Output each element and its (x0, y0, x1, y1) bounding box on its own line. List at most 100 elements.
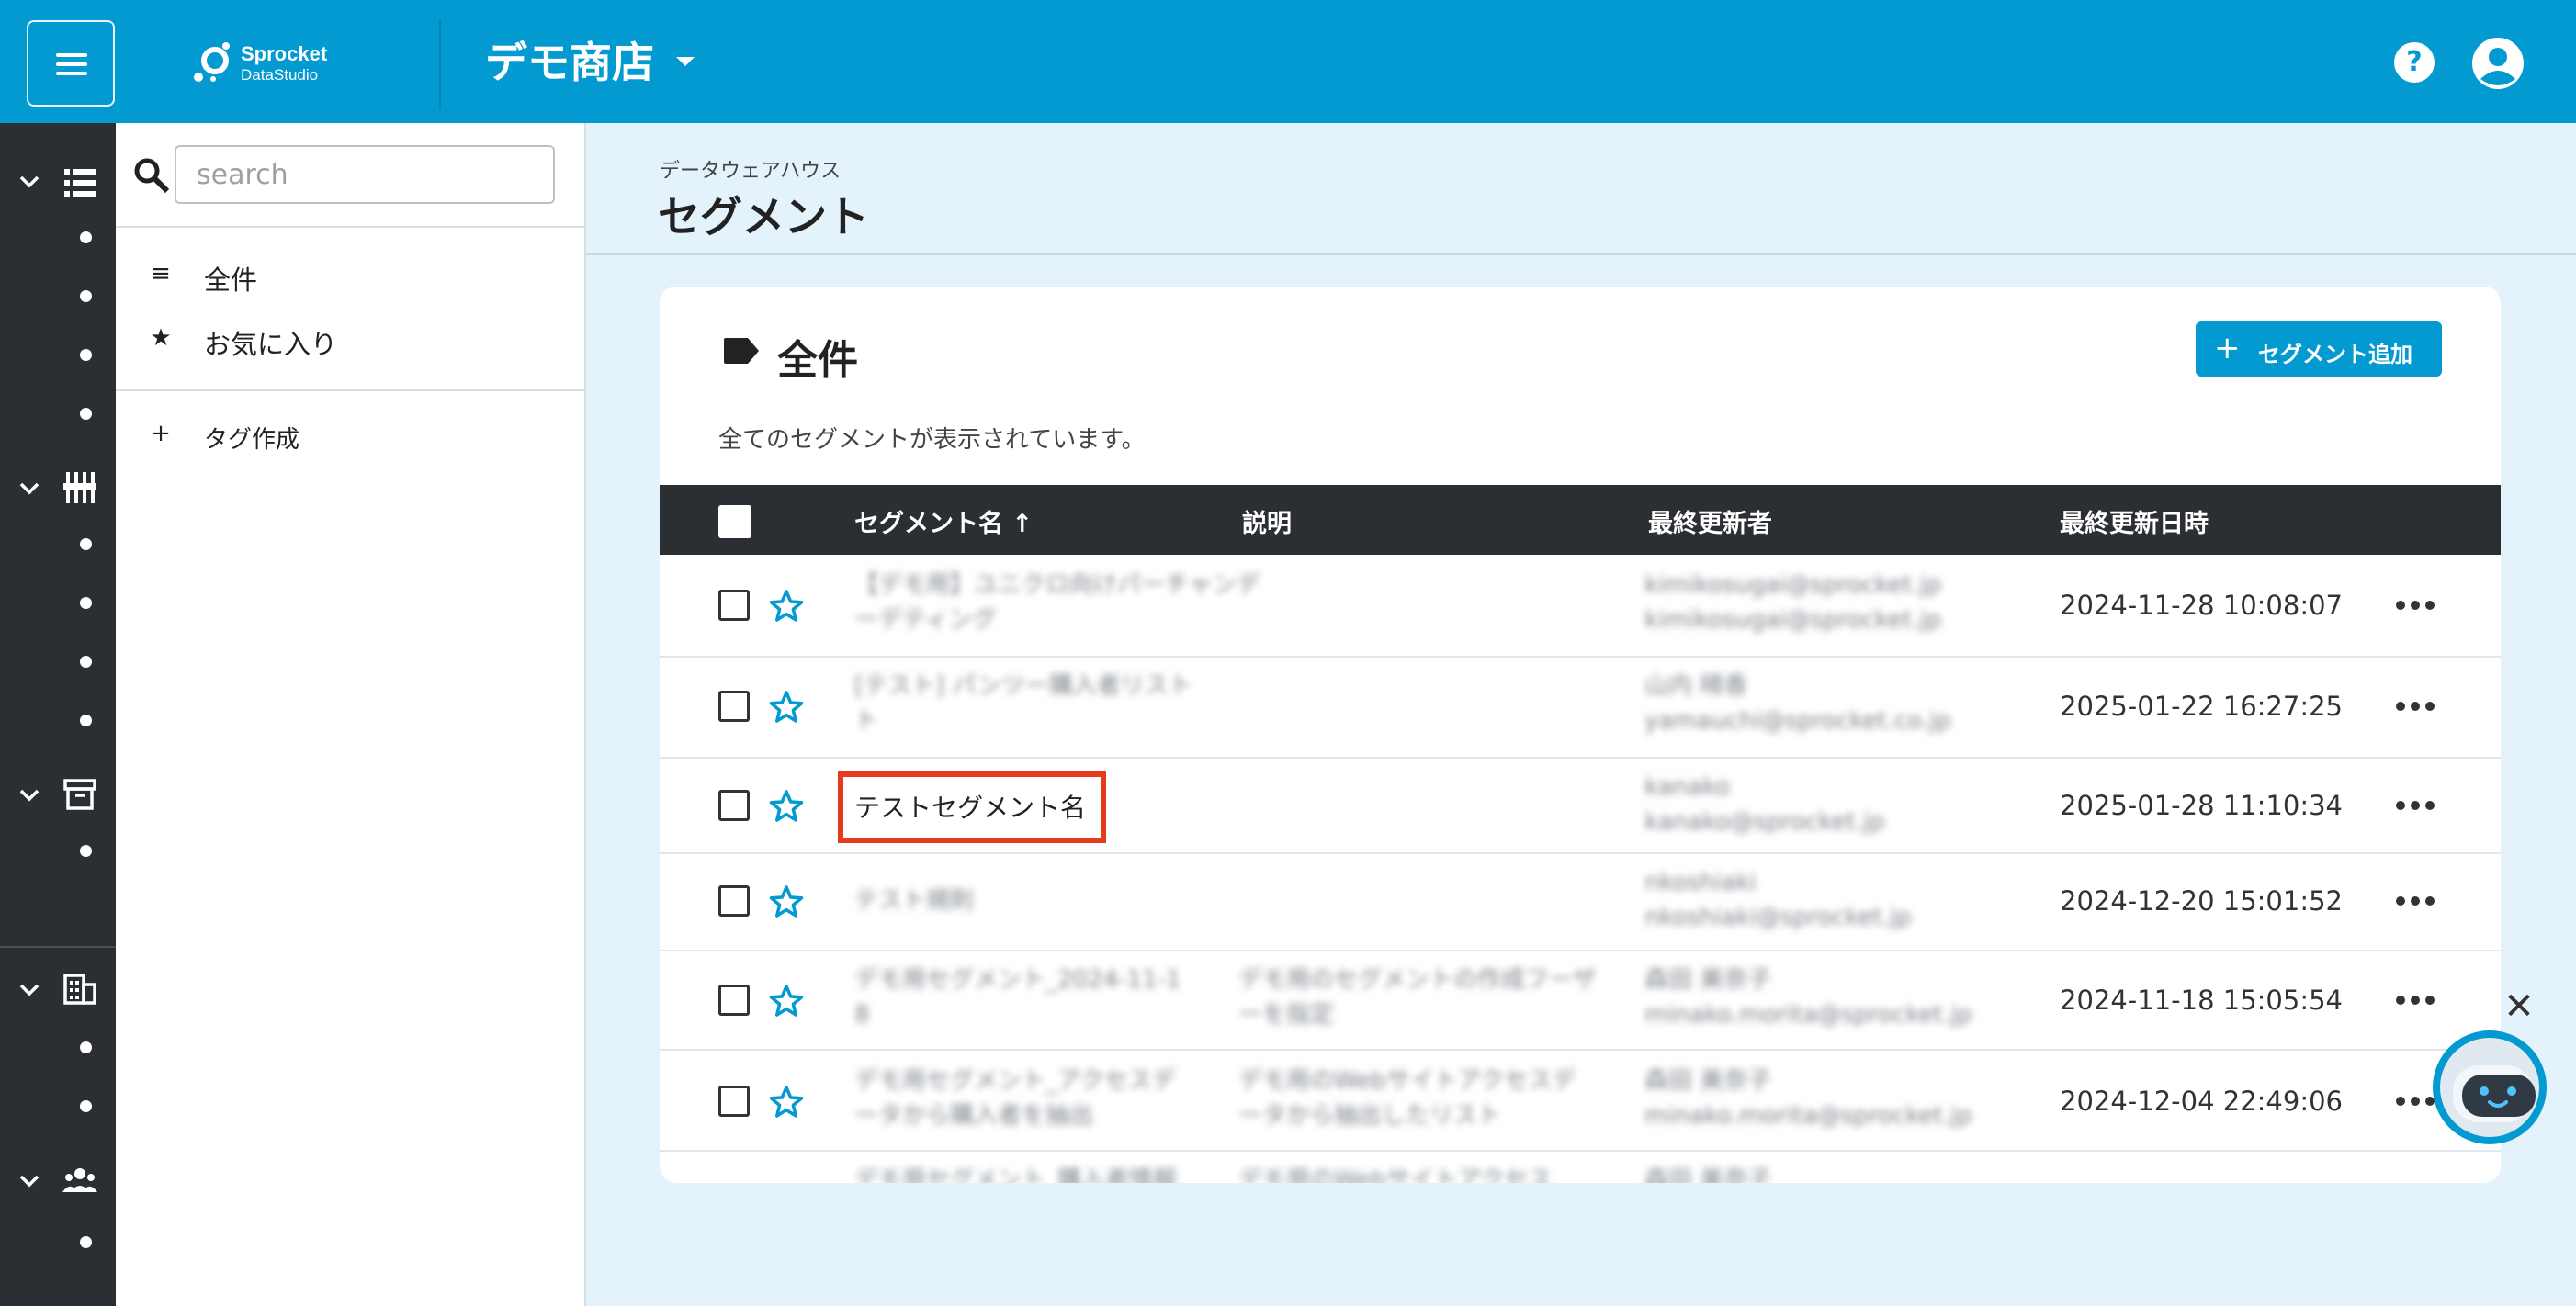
updated-at: 2024-11-18 15:05:54 (2060, 985, 2343, 1016)
highlight-box (838, 771, 1106, 843)
star-outline-icon[interactable] (768, 1084, 805, 1120)
segment-name[interactable]: テスト規則 (854, 884, 974, 918)
updater-email: minako.morita@sprocket.jp (1644, 1102, 1972, 1130)
segment-name-cont: 8 (854, 1001, 870, 1029)
segment-name-cont: ト (854, 707, 879, 735)
more-options-icon[interactable] (2396, 601, 2436, 612)
more-options-icon[interactable] (2396, 801, 2436, 812)
more-options-icon[interactable] (2396, 996, 2436, 1007)
row-checkbox[interactable] (718, 1086, 750, 1117)
rail-subitem[interactable] (80, 1100, 92, 1112)
logo-subtext: DataStudio (241, 66, 319, 84)
star-outline-icon[interactable] (768, 884, 805, 920)
rail-subitem[interactable] (80, 1236, 92, 1248)
updater-email: yamauchi@sprocket.co.jp (1644, 707, 1951, 735)
updater-email: nkoshiaki@sprocket.jp (1644, 904, 1912, 931)
close-icon[interactable]: ✕ (2501, 988, 2537, 1025)
updater: 森田 美奈子 (1644, 1067, 1772, 1095)
rail-subitem[interactable] (80, 349, 92, 361)
sliders-icon[interactable] (62, 470, 97, 505)
column-header-description[interactable]: 説明 (1242, 503, 1292, 539)
list-icon: ≡ (151, 260, 171, 287)
rail-subitem[interactable] (80, 715, 92, 726)
row-checkbox[interactable] (718, 985, 750, 1016)
column-header-updater[interactable]: 最終更新者 (1648, 503, 1772, 539)
column-header-updated-at[interactable]: 最終更新日時 (2060, 503, 2209, 539)
breadcrumb[interactable]: データウェアハウス (660, 154, 841, 184)
caret-down-icon[interactable] (676, 57, 695, 66)
menu-icon (56, 53, 87, 57)
table-row[interactable]: デモ用セグメント_2024-11-1 8 デモ用のセグメントの作成フーザ ーを指… (660, 951, 2501, 1051)
sidebar-item-all[interactable]: ≡ 全件 (116, 248, 584, 303)
star-icon: ★ (150, 324, 172, 352)
sidebar-item-favorites[interactable]: ★ お気に入り (116, 312, 584, 367)
rail-subitem[interactable] (80, 290, 92, 302)
table-row[interactable]: デモ用セグメント_アクセスデ ータから購入者を抽出 デモ用のWebサイトアクセス… (660, 1051, 2501, 1152)
table-row[interactable]: [テスト] パンツー購入者リスト ト 山内 晴香 yamauchi@sprock… (660, 658, 2501, 759)
star-outline-icon[interactable] (768, 588, 805, 625)
tag-icon (724, 338, 759, 364)
user-account-icon[interactable] (2471, 37, 2525, 90)
segment-name[interactable]: デモ用セグメント_購入者情報 (854, 1163, 1177, 1183)
add-segment-label: セグメント追加 (2258, 342, 2412, 367)
create-tag-button[interactable]: + タグ作成 (116, 408, 584, 463)
add-segment-button[interactable]: + セグメント追加 (2196, 321, 2442, 377)
rail-subitem[interactable] (80, 408, 92, 420)
list-icon[interactable] (62, 165, 97, 200)
rail-subitem[interactable] (80, 1041, 92, 1053)
segment-name[interactable]: デモ用セグメント_2024-11-1 (854, 963, 1181, 997)
updated-at: 2024-12-20 15:01:52 (2060, 885, 2343, 917)
sprocket-logo-icon (194, 42, 230, 82)
row-checkbox[interactable] (718, 691, 750, 722)
segment-description-cont: ーを指定 (1238, 1001, 1335, 1029)
row-checkbox[interactable] (718, 790, 750, 821)
archive-icon[interactable] (62, 777, 97, 812)
segment-description: デモ用のWebサイトアクセスデ (1238, 1067, 1576, 1095)
star-outline-icon[interactable] (768, 689, 805, 726)
chatbot-icon[interactable] (2429, 1027, 2550, 1148)
segment-name[interactable]: 【デモ用】ユニクロ向けパーチャンデ (854, 568, 1260, 602)
table-row[interactable]: テスト規則 nkoshiaki nkoshiaki@sprocket.jp 20… (660, 854, 2501, 951)
segment-name[interactable]: [テスト] パンツー購入者リスト (854, 669, 1192, 704)
store-selector[interactable]: デモ商店 (485, 29, 654, 90)
search-icon (134, 158, 170, 194)
more-options-icon[interactable] (2396, 702, 2436, 713)
segment-name[interactable]: デモ用セグメント_アクセスデ (854, 1064, 1176, 1098)
building-icon[interactable] (62, 972, 97, 1007)
updated-at: 2025-01-22 16:27:25 (2060, 691, 2343, 722)
column-header-name[interactable]: セグメント名 ↑ (854, 503, 1033, 539)
updater-email: kimikosugai@sprocket.jp (1644, 606, 1942, 634)
card-description: 全てのセグメントが表示されています。 (718, 426, 1146, 454)
rail-subitem[interactable] (80, 231, 92, 243)
chevron-down-icon[interactable] (18, 788, 40, 803)
star-outline-icon[interactable] (768, 983, 805, 1019)
updater: kimikosugai@sprocket.jp (1644, 571, 1942, 599)
people-icon[interactable] (62, 1163, 97, 1198)
chevron-down-icon[interactable] (18, 1174, 40, 1188)
row-checkbox[interactable] (718, 885, 750, 917)
chevron-down-icon[interactable] (18, 481, 40, 496)
segment-description-cont: ータから抽出したリスト (1238, 1102, 1502, 1130)
chevron-down-icon[interactable] (18, 175, 40, 189)
help-icon[interactable]: ? (2394, 42, 2435, 83)
search-input[interactable] (175, 145, 555, 204)
header-divider (439, 20, 441, 110)
updater: 山内 晴香 (1644, 672, 1748, 700)
sidebar-item-label: 全件 (204, 265, 258, 296)
table-row[interactable]: デモ用セグメント_購入者情報 デモ用のWebサイトアクセス 森田 美奈子 (660, 1152, 2501, 1183)
rail-subitem[interactable] (80, 597, 92, 609)
chevron-down-icon[interactable] (18, 983, 40, 997)
menu-button[interactable] (27, 20, 115, 107)
tag-sidebar: ≡ 全件 ★ お気に入り + タグ作成 (116, 123, 586, 1306)
select-all-checkbox[interactable] (718, 505, 751, 538)
sprocket-logo[interactable]: Sprocket DataStudio (191, 40, 375, 88)
row-checkbox[interactable] (718, 590, 750, 621)
table-row[interactable]: 【デモ用】ユニクロ向けパーチャンデ ーデティング kimikosugai@spr… (660, 555, 2501, 658)
rail-subitem[interactable] (80, 538, 92, 550)
star-outline-icon[interactable] (768, 788, 805, 825)
create-tag-label: タグ作成 (204, 426, 300, 454)
more-options-icon[interactable] (2396, 896, 2436, 907)
rail-subitem[interactable] (80, 845, 92, 857)
rail-subitem[interactable] (80, 656, 92, 668)
updated-at: 2024-11-28 10:08:07 (2060, 590, 2343, 621)
